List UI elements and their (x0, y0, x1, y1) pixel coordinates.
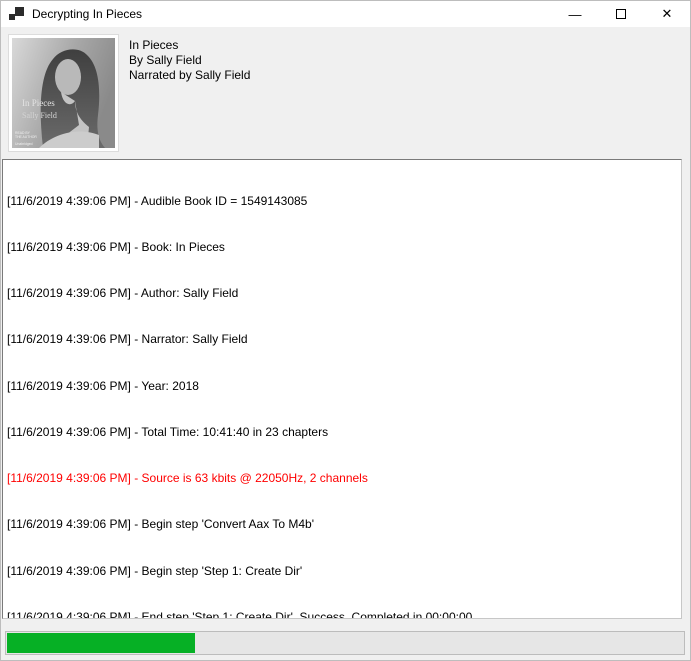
book-author: By Sally Field (129, 53, 250, 68)
maximize-icon (616, 9, 626, 19)
log-line: [11/6/2019 4:39:06 PM] - Begin step 'Con… (7, 517, 679, 532)
log-line: [11/6/2019 4:39:06 PM] - Book: In Pieces (7, 240, 679, 255)
minimize-button[interactable]: — (552, 1, 598, 27)
book-cover-image: In Pieces Sally Field READ BY THE AUTHOR… (9, 35, 118, 151)
cover-title-text: In Pieces (22, 98, 55, 108)
app-window: Decrypting In Pieces — ✕ (0, 0, 691, 661)
app-icon-square-large (15, 7, 24, 16)
title-bar: Decrypting In Pieces — ✕ (1, 1, 690, 27)
cover-unabridged-text: Unabridged (15, 142, 33, 146)
book-info: In Pieces By Sally Field Narrated by Sal… (129, 38, 250, 83)
log-line: [11/6/2019 4:39:06 PM] - Narrator: Sally… (7, 332, 679, 347)
app-icon[interactable] (9, 6, 25, 22)
window-title: Decrypting In Pieces (32, 1, 142, 27)
log-line: [11/6/2019 4:39:06 PM] - Begin step 'Ste… (7, 564, 679, 579)
book-header: In Pieces Sally Field READ BY THE AUTHOR… (1, 27, 690, 159)
book-narrator: Narrated by Sally Field (129, 68, 250, 83)
log-line: [11/6/2019 4:39:06 PM] - Source is 63 kb… (7, 471, 679, 486)
app-icon-square-small (9, 14, 15, 20)
minimize-icon: — (569, 7, 582, 22)
log-line: [11/6/2019 4:39:06 PM] - Total Time: 10:… (7, 425, 679, 440)
cover-readby-line2: THE AUTHOR (15, 135, 37, 139)
log-line: [11/6/2019 4:39:06 PM] - Year: 2018 (7, 379, 679, 394)
book-cover-art: In Pieces Sally Field READ BY THE AUTHOR… (9, 35, 118, 151)
log-textbox[interactable]: [11/6/2019 4:39:06 PM] - Audible Book ID… (2, 159, 682, 619)
maximize-button[interactable] (598, 1, 644, 27)
close-button[interactable]: ✕ (644, 1, 690, 27)
progress-bar (5, 631, 685, 655)
log-line: [11/6/2019 4:39:06 PM] - End step 'Step … (7, 610, 679, 619)
window-controls: — ✕ (552, 1, 690, 27)
progress-fill (7, 633, 195, 653)
close-icon: ✕ (662, 6, 673, 22)
book-title: In Pieces (129, 38, 250, 53)
log-line: [11/6/2019 4:39:06 PM] - Audible Book ID… (7, 194, 679, 209)
cover-author-text: Sally Field (22, 111, 57, 120)
log-line: [11/6/2019 4:39:06 PM] - Author: Sally F… (7, 286, 679, 301)
